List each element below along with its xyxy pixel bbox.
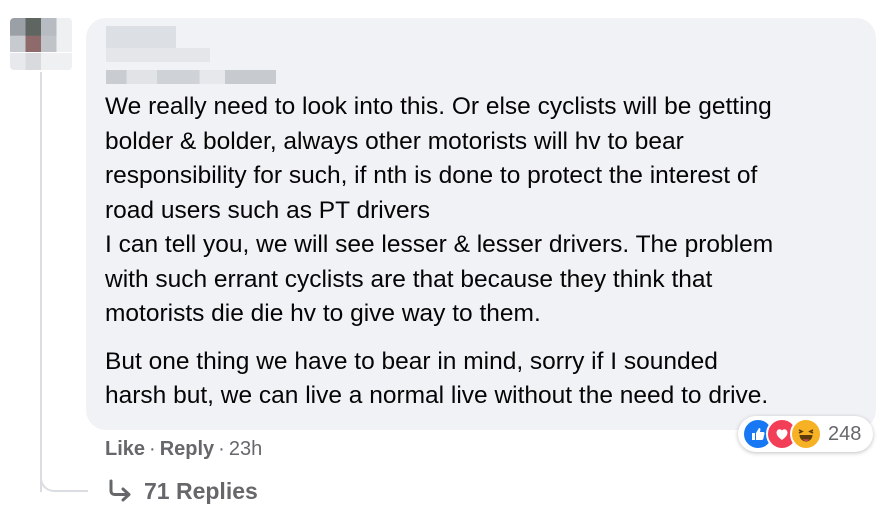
reply-button[interactable]: Reply	[160, 438, 214, 460]
comment-paragraph: We really need to look into this. Or els…	[105, 93, 774, 327]
reaction-count: 248	[828, 422, 862, 445]
thread-connector	[40, 462, 88, 492]
like-button[interactable]: Like	[105, 438, 145, 460]
timestamp[interactable]: 23h	[229, 438, 262, 460]
comment-text: We really need to look into this. Or els…	[105, 90, 865, 414]
comment-actions: Like · Reply · 23h	[105, 434, 262, 464]
haha-icon	[790, 418, 822, 450]
author-name-blurred[interactable]	[106, 26, 276, 84]
replies-count-label: 71 Replies	[144, 478, 258, 504]
avatar[interactable]	[10, 18, 72, 70]
reactions-summary[interactable]: 248	[738, 416, 874, 452]
separator: ·	[218, 438, 225, 460]
thread-line	[40, 72, 42, 492]
view-replies-link[interactable]: 71 Replies	[106, 476, 258, 506]
separator: ·	[149, 438, 156, 460]
comment-paragraph: But one thing we have to bear in mind, s…	[105, 347, 769, 410]
reply-arrow-icon	[109, 479, 131, 502]
